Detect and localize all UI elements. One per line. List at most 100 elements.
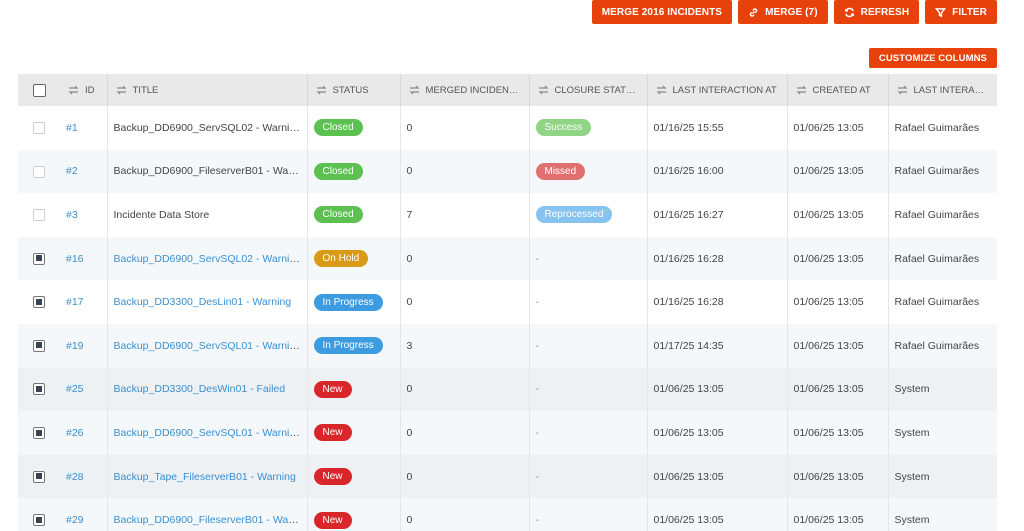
closure-status-empty: - xyxy=(535,296,540,309)
incident-title: Incidente Data Store xyxy=(107,193,308,237)
incident-id[interactable]: #3 xyxy=(60,193,108,237)
incident-title-text[interactable]: Backup_DD6900_ServSQL02 - Warning xyxy=(114,253,302,265)
table-row[interactable]: #28 Backup_Tape_FileserverB01 - Warning Ne… xyxy=(18,454,997,499)
incident-title-text[interactable]: Backup_DD3300_DesLin01 - Warning xyxy=(114,296,292,308)
row-select-cell xyxy=(18,324,60,368)
created-at-cell: 01/06/25 13:05 xyxy=(787,106,889,150)
column-header-title[interactable]: TITLE xyxy=(107,74,308,106)
closure-status-empty: - xyxy=(535,470,540,483)
last-interaction-at-cell: 01/06/25 13:05 xyxy=(647,411,788,455)
filter-button[interactable]: FILTER xyxy=(925,0,997,24)
row-checkbox[interactable] xyxy=(33,165,45,178)
incident-title[interactable]: Backup_Tape_FileserverB01 - Warning xyxy=(107,454,308,499)
last-interaction-by-cell: Rafael Guimarães xyxy=(894,165,980,178)
closure-status-empty: - xyxy=(535,426,540,439)
last-interaction-by-cell: System xyxy=(894,383,930,396)
last-interaction-at-cell: 01/06/25 13:05 xyxy=(647,498,788,531)
last-interaction-at-cell: 01/17/25 14:35 xyxy=(647,323,788,368)
incident-title[interactable]: Backup_DD6900_FileserverB01 - Warning xyxy=(107,498,308,531)
incident-id-link[interactable]: #3 xyxy=(66,209,78,221)
incident-id[interactable]: #17 xyxy=(60,280,108,324)
row-checkbox[interactable] xyxy=(33,252,45,265)
status-cell: New xyxy=(307,367,401,412)
column-header-last-interaction-by[interactable]: LAST INTERACTI... xyxy=(888,74,997,106)
column-header-last-interaction-at[interactable]: LAST INTERACTION AT xyxy=(647,74,788,106)
last-interaction-at-cell: 01/16/25 16:28 xyxy=(647,236,788,281)
column-header-id[interactable]: ID xyxy=(60,74,108,106)
incident-id[interactable]: #2 xyxy=(60,149,108,194)
incident-id[interactable]: #28 xyxy=(60,454,108,499)
merged-incidents-cell: 7 xyxy=(400,193,530,237)
closure-status-cell: - xyxy=(529,367,648,412)
table-header-row: ID TITLE STATUS MERGED INCIDENTS CLOSURE… xyxy=(18,74,997,106)
status-badge: Closed xyxy=(313,206,363,224)
row-checkbox[interactable] xyxy=(33,514,45,527)
incident-id-link[interactable]: #26 xyxy=(66,427,84,439)
incident-title[interactable]: Backup_DD3300_DesWin01 - Failed xyxy=(107,367,308,412)
incident-id-link[interactable]: #19 xyxy=(66,340,84,352)
incident-title[interactable]: Backup_DD6900_ServSQL01 - Warning xyxy=(107,411,308,455)
table-row[interactable]: #2 Backup_DD6900_FileserverB01 - Warning C… xyxy=(18,149,997,194)
status-badge: Closed xyxy=(313,119,363,137)
incident-title-text[interactable]: Backup_Tape_FileserverB01 - Warning xyxy=(114,471,296,483)
row-checkbox[interactable] xyxy=(33,121,45,134)
incident-id-link[interactable]: #16 xyxy=(66,253,84,265)
row-checkbox[interactable] xyxy=(33,383,45,396)
column-header-created-at[interactable]: CREATED AT xyxy=(787,74,889,106)
closure-status-badge: Missed xyxy=(535,162,586,180)
closure-status-cell: - xyxy=(529,498,648,531)
column-header-status[interactable]: STATUS xyxy=(307,74,401,106)
incident-id-link[interactable]: #17 xyxy=(66,296,84,308)
row-checkbox[interactable] xyxy=(33,427,45,440)
merged-incidents-cell: 0 xyxy=(400,367,530,412)
incident-title-text[interactable]: Backup_DD3300_DesWin01 - Failed xyxy=(114,383,286,395)
merge-incidents-button[interactable]: MERGE 2016 INCIDENTS xyxy=(591,0,733,24)
incident-title[interactable]: Backup_DD3300_DesLin01 - Warning xyxy=(107,280,308,324)
refresh-label: REFRESH xyxy=(860,6,910,18)
incident-id-link[interactable]: #2 xyxy=(66,165,78,177)
refresh-button[interactable]: REFRESH xyxy=(833,0,920,24)
incident-id[interactable]: #25 xyxy=(60,367,108,412)
customize-columns-button[interactable]: CUSTOMIZE COLUMNS xyxy=(868,48,997,68)
column-header-merged-incidents[interactable]: MERGED INCIDENTS xyxy=(400,74,530,106)
table-row[interactable]: #3 Incidente Data Store Closed 7 Reprocessed… xyxy=(18,193,997,237)
table-row[interactable]: #19 Backup_DD6900_ServSQL01 - Warning In P… xyxy=(18,323,997,368)
incident-id[interactable]: #26 xyxy=(60,411,108,455)
table-row[interactable]: #26 Backup_DD6900_ServSQL01 - Warning New 0… xyxy=(18,411,997,455)
incident-id-link[interactable]: #28 xyxy=(66,471,84,483)
row-checkbox[interactable] xyxy=(33,470,45,483)
incident-id[interactable]: #1 xyxy=(60,106,108,150)
sort-icon xyxy=(656,85,667,95)
last-interaction-by-cell: System xyxy=(894,470,930,483)
closure-status-empty: - xyxy=(535,514,540,527)
closure-status-cell: Reprocessed xyxy=(529,193,648,237)
merge-button[interactable]: MERGE (7) xyxy=(738,0,828,24)
incident-id[interactable]: #29 xyxy=(60,498,108,531)
row-checkbox[interactable] xyxy=(33,339,45,352)
table-row[interactable]: #29 Backup_DD6900_FileserverB01 - Warning… xyxy=(18,498,997,531)
table-row[interactable]: #25 Backup_DD3300_DesWin01 - Failed New 0- 0… xyxy=(18,367,997,412)
incident-id-link[interactable]: #29 xyxy=(66,514,84,526)
status-cell: Closed xyxy=(307,149,401,194)
incident-title-text[interactable]: Backup_DD6900_ServSQL01 - Warning xyxy=(114,427,302,439)
column-header-closure-status[interactable]: CLOSURE STATUS xyxy=(529,74,648,106)
incident-id-link[interactable]: #25 xyxy=(66,383,84,395)
incident-title[interactable]: Backup_DD6900_ServSQL01 - Warning xyxy=(107,323,308,368)
row-checkbox[interactable] xyxy=(33,209,45,222)
select-all-checkbox[interactable] xyxy=(32,83,46,97)
table-row[interactable]: #17 Backup_DD3300_DesLin01 - Warning In Pr… xyxy=(18,280,997,324)
created-at-cell: 01/06/25 13:05 xyxy=(787,280,889,324)
incident-id-link[interactable]: #1 xyxy=(66,122,78,134)
table-row[interactable]: #16 Backup_DD6900_ServSQL02 - Warning On H… xyxy=(18,236,997,281)
incident-id[interactable]: #16 xyxy=(60,236,108,281)
incident-id[interactable]: #19 xyxy=(60,323,108,368)
created-at-cell: 01/06/25 13:05 xyxy=(787,236,889,281)
incident-title[interactable]: Backup_DD6900_ServSQL02 - Warning xyxy=(107,236,308,281)
incident-title-text[interactable]: Backup_DD6900_FileserverB01 - Warning xyxy=(114,514,307,526)
merged-incidents-cell: 0 xyxy=(400,454,530,499)
last-interaction-at-cell: 01/16/25 16:28 xyxy=(647,280,788,324)
incident-title-text[interactable]: Backup_DD6900_ServSQL01 - Warning xyxy=(114,340,302,352)
sort-icon xyxy=(116,85,127,95)
table-row[interactable]: #1 Backup_DD6900_ServSQL02 - Warning Close… xyxy=(18,106,997,150)
row-checkbox[interactable] xyxy=(33,296,45,309)
